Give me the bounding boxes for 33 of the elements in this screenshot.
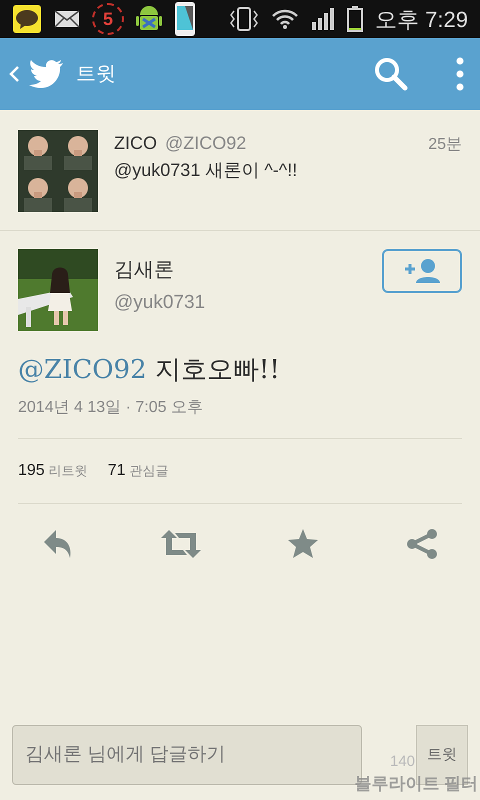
mail-icon xyxy=(54,9,80,29)
tweet-time: 25분 xyxy=(428,135,462,155)
battery-icon xyxy=(347,6,364,32)
search-icon[interactable] xyxy=(374,57,408,91)
stat-label: 관심글 xyxy=(130,462,168,480)
clock-time: 오후 7:29 xyxy=(375,6,468,34)
vibrate-icon xyxy=(229,6,260,32)
phone-icon xyxy=(174,1,196,37)
author-name: ZICO xyxy=(114,132,157,155)
author-handle: @ZICO92 xyxy=(165,132,246,155)
more-icon[interactable] xyxy=(456,57,464,91)
back-button[interactable] xyxy=(8,59,64,89)
signal-icon xyxy=(311,8,336,30)
wifi-icon xyxy=(271,8,300,30)
tweet-text: @yuk0731 새론이 ^-^!! xyxy=(114,159,298,182)
follow-button[interactable] xyxy=(382,249,462,293)
author-name: 김새론 xyxy=(114,258,175,283)
notification-badge: 5 xyxy=(92,3,124,35)
bird-icon xyxy=(28,59,64,89)
stat-count: 71 xyxy=(108,461,126,481)
share-icon[interactable] xyxy=(406,528,438,560)
screen-title: 트윗 xyxy=(76,62,116,87)
chat-icon xyxy=(12,4,42,34)
tweet-text: @ZICO92 지호오빠!! xyxy=(18,354,281,387)
stat-count: 195 xyxy=(18,461,45,481)
mention-link[interactable]: @ZICO92 xyxy=(18,355,147,385)
retweet-icon[interactable] xyxy=(160,528,201,560)
stat-label: 리트윗 xyxy=(48,462,88,480)
star-icon[interactable] xyxy=(287,528,320,560)
add-person-icon xyxy=(402,258,442,284)
author-handle: @yuk0731 xyxy=(114,291,206,315)
tweet-date: 2014년 4 13일 · 7:05 오후 xyxy=(18,398,204,418)
back-icon xyxy=(8,65,20,83)
